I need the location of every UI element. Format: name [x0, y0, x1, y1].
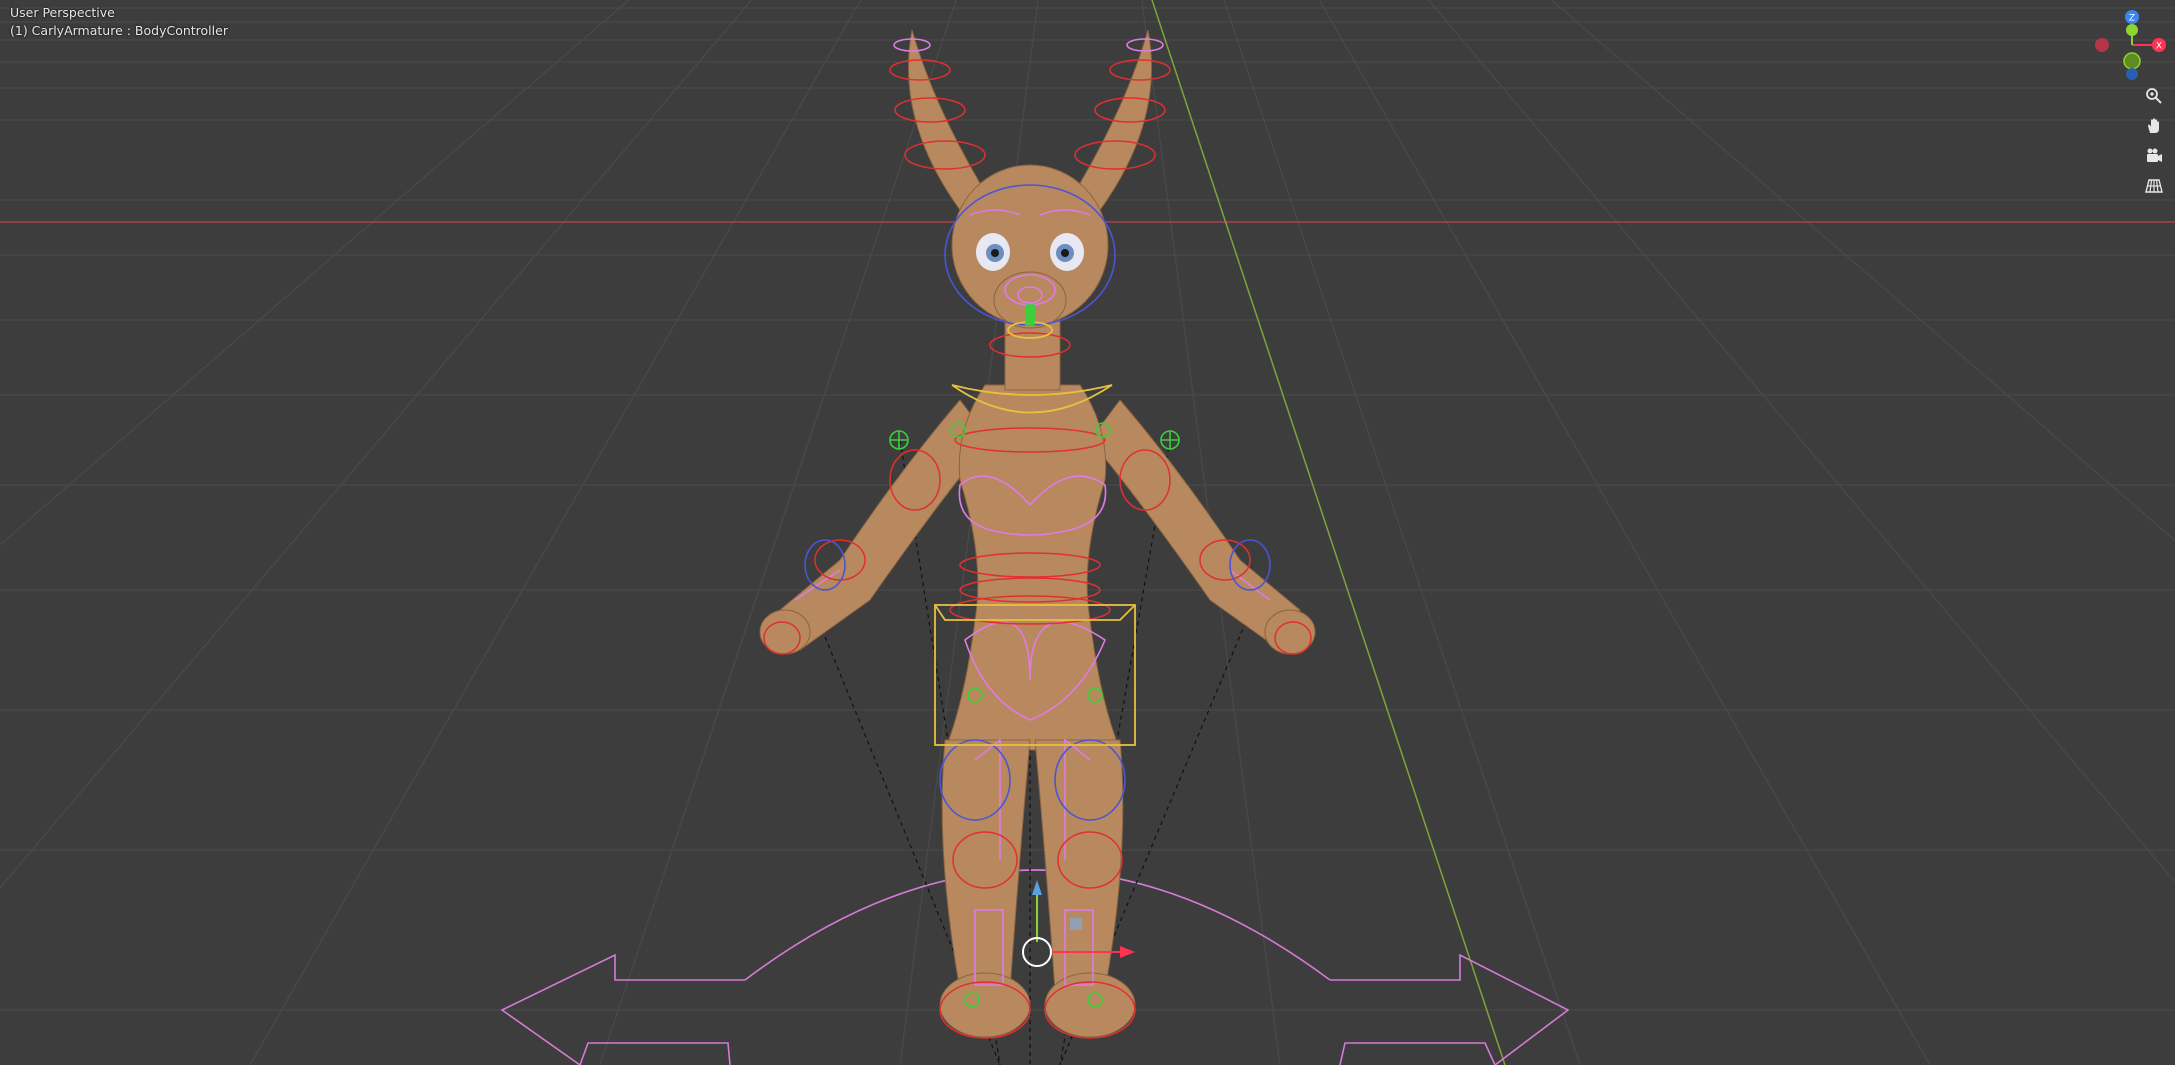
view-name-label: User Perspective	[10, 5, 115, 20]
navigation-gizmo[interactable]: Z X	[2070, 0, 2170, 100]
camera-icon	[2147, 148, 2162, 162]
y-axis-handle[interactable]	[2126, 24, 2138, 36]
3d-viewport[interactable]: User Perspective (1) CarlyArmature : Bod…	[0, 0, 2175, 1065]
neg-z-axis-handle[interactable]	[2126, 68, 2138, 80]
root-control-bone[interactable]	[500, 869, 1570, 1065]
active-object-info: (1) CarlyArmature : BodyController	[10, 23, 228, 38]
object-origin	[1022, 937, 1052, 967]
grid-perspective-icon	[2145, 179, 2163, 193]
z-axis-letter: Z	[2129, 14, 2135, 24]
neg-y-axis-handle[interactable]	[2123, 52, 2141, 70]
perspective-toggle-button[interactable]	[2145, 177, 2171, 203]
magnifier-plus-icon	[2146, 88, 2162, 104]
hand-icon	[2148, 118, 2159, 133]
camera-button[interactable]	[2145, 147, 2171, 173]
viewport-canvas[interactable]	[0, 0, 2175, 1065]
neg-x-axis-handle[interactable]	[2095, 38, 2109, 52]
pan-button[interactable]	[2145, 117, 2171, 143]
x-axis-letter: X	[2156, 42, 2162, 52]
zoom-button[interactable]	[2145, 87, 2171, 113]
